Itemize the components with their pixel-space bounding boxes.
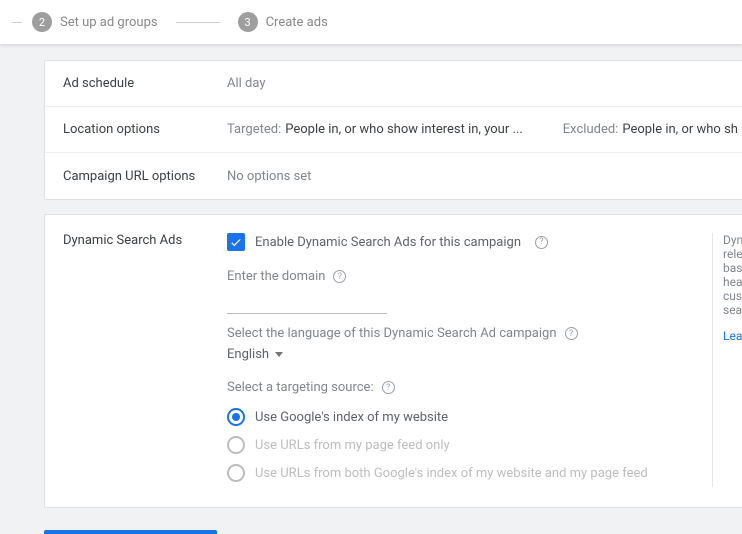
help-icon[interactable]: ?: [535, 236, 548, 249]
stepper-leading-line: [12, 22, 22, 23]
step-3[interactable]: 3 Create ads: [238, 12, 328, 32]
help-icon[interactable]: ?: [333, 270, 346, 283]
help-icon[interactable]: ?: [565, 327, 578, 340]
checkbox-icon[interactable]: [227, 233, 245, 251]
dsa-targeting-label: Select a targeting source: ?: [227, 380, 700, 395]
targeting-option-page-feed[interactable]: Use URLs from my page feed only: [227, 431, 700, 459]
step-2[interactable]: 2 Set up ad groups: [32, 12, 158, 32]
targeting-option-google-index[interactable]: Use Google's index of my website: [227, 403, 700, 431]
dynamic-search-ads-panel: Dynamic Search Ads Enable Dynamic Search…: [44, 214, 742, 508]
step-3-label: Create ads: [266, 15, 328, 30]
location-excluded-prefix: Excluded:: [563, 122, 619, 137]
dsa-targeting-options: Use Google's index of my website Use URL…: [227, 403, 700, 487]
stepper-bar: 2 Set up ad groups 3 Create ads: [0, 0, 742, 44]
row-location-options[interactable]: Location options Targeted: People in, or…: [45, 107, 742, 153]
targeting-option-label: Use URLs from my page feed only: [255, 438, 450, 453]
dsa-side-help: Dynam releva based headl custo searc Lea…: [712, 233, 742, 487]
dsa-language-value: English: [227, 347, 269, 362]
targeting-option-label: Use Google's index of my website: [255, 410, 448, 425]
row-ad-schedule[interactable]: Ad schedule All day: [45, 61, 742, 107]
settings-panel: Ad schedule All day Location options Tar…: [44, 60, 742, 200]
location-targeted-value: People in, or who show interest in, your…: [285, 122, 523, 137]
step-2-badge: 2: [32, 12, 52, 32]
location-options-value: Targeted: People in, or who show interes…: [227, 122, 742, 137]
side-text: custo: [723, 289, 742, 303]
dsa-language-label: Select the language of this Dynamic Sear…: [227, 326, 700, 341]
step-separator: [176, 22, 220, 23]
row-url-options[interactable]: Campaign URL options No options set: [45, 153, 742, 199]
dsa-enable-label: Enable Dynamic Search Ads for this campa…: [255, 235, 521, 250]
radio-icon: [227, 464, 245, 482]
radio-icon: [227, 436, 245, 454]
dsa-title: Dynamic Search Ads: [45, 233, 227, 487]
location-targeted-prefix: Targeted:: [227, 122, 281, 137]
ad-schedule-value: All day: [227, 76, 742, 91]
ad-schedule-label: Ad schedule: [45, 76, 227, 91]
dsa-enable-row[interactable]: Enable Dynamic Search Ads for this campa…: [227, 233, 700, 251]
radio-icon: [227, 408, 245, 426]
targeting-option-both[interactable]: Use URLs from both Google's index of my …: [227, 459, 700, 487]
targeting-option-label: Use URLs from both Google's index of my …: [255, 466, 648, 481]
step-3-badge: 3: [238, 12, 258, 32]
dsa-domain-label: Enter the domain ?: [227, 269, 700, 284]
url-options-value: No options set: [227, 169, 742, 184]
side-text: Dynam: [723, 233, 742, 247]
side-text: headl: [723, 275, 742, 289]
learn-more-link[interactable]: Learn: [723, 329, 742, 343]
chevron-down-icon: [275, 352, 283, 357]
side-text: based: [723, 261, 742, 275]
side-text: releva: [723, 247, 742, 261]
save-and-continue-button[interactable]: SAVE AND CONTINUE: [44, 530, 217, 534]
url-options-label: Campaign URL options: [45, 169, 227, 184]
action-bar: SAVE AND CONTINUE CANCEL: [44, 530, 742, 534]
dsa-domain-input[interactable]: [227, 294, 387, 314]
side-text: searc: [723, 303, 742, 317]
help-icon[interactable]: ?: [382, 381, 395, 394]
step-2-label: Set up ad groups: [60, 15, 158, 30]
dsa-language-select[interactable]: English: [227, 347, 700, 362]
location-excluded-value: People in, or who sh: [622, 122, 738, 137]
location-options-label: Location options: [45, 122, 227, 137]
